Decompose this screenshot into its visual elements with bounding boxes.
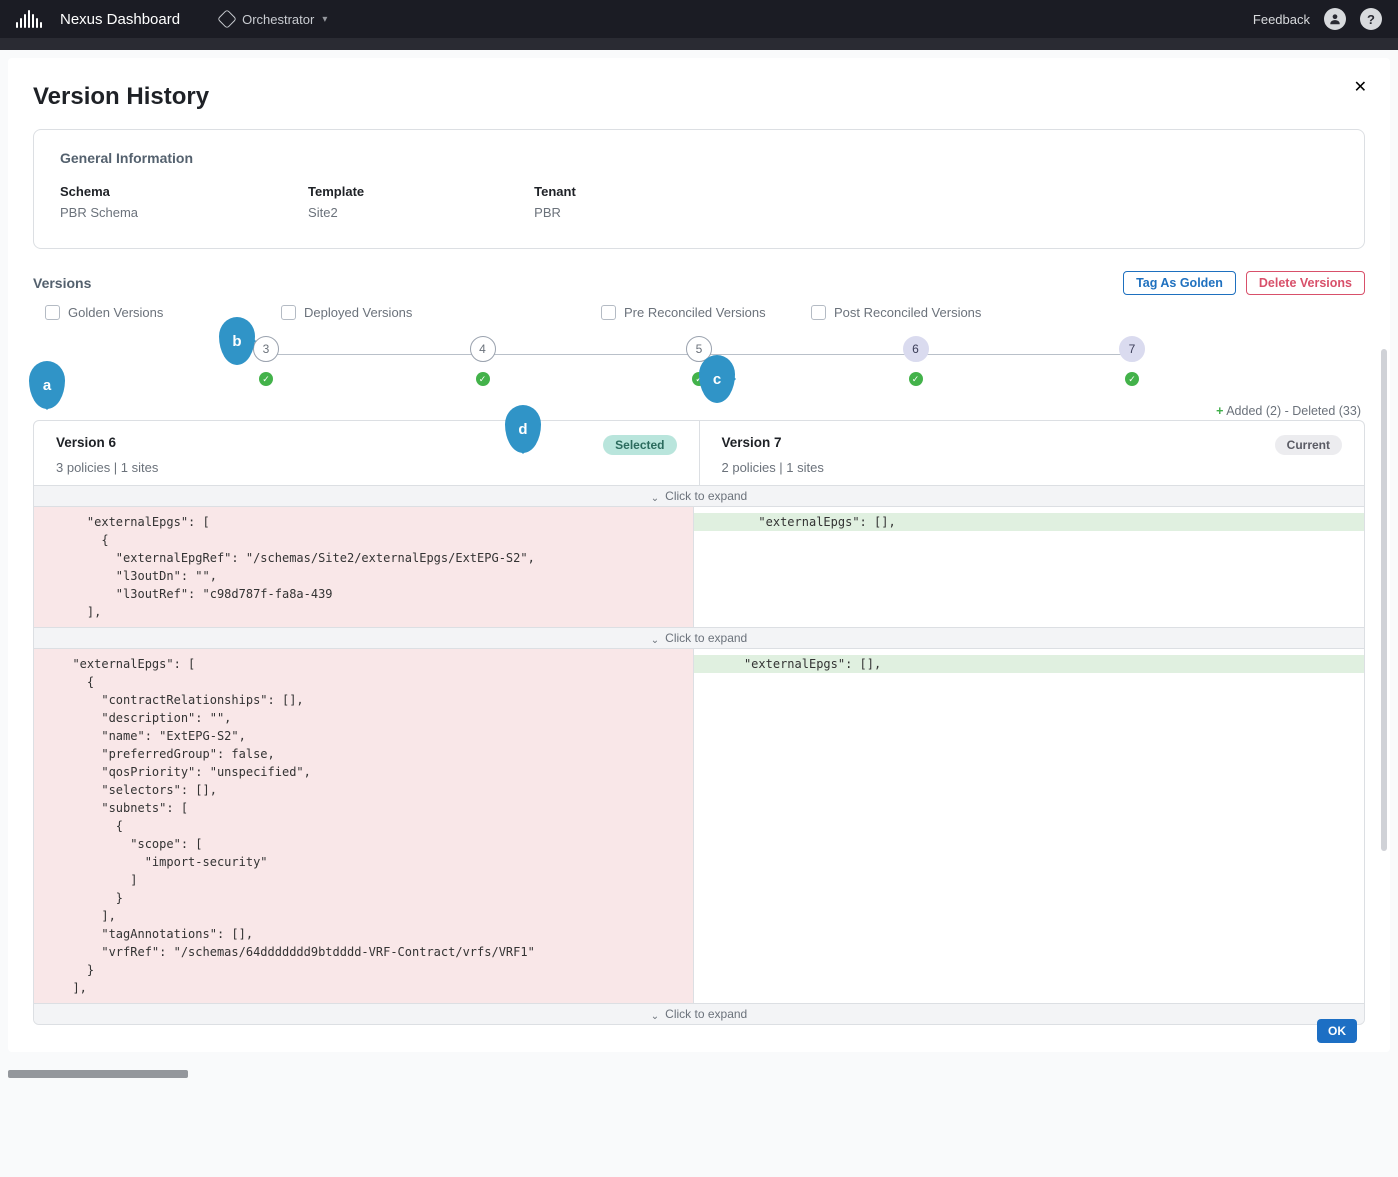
diff-right-2: "externalEpgs": [], bbox=[693, 649, 1365, 1003]
delete-versions-button[interactable]: Delete Versions bbox=[1246, 271, 1365, 295]
diff-block-1: "externalEpgs": [ { "externalEpgRef": "/… bbox=[34, 507, 1364, 627]
check-icon: ✓ bbox=[692, 372, 706, 386]
filter-pre-label: Pre Reconciled Versions bbox=[624, 305, 766, 320]
chevron-down-icon: ⌄ bbox=[651, 635, 659, 646]
node-circle: 4 bbox=[470, 336, 496, 362]
scrollbar-vertical[interactable] bbox=[1381, 349, 1387, 851]
checkbox-icon bbox=[45, 305, 60, 320]
diff-right-1-add: "externalEpgs": [], bbox=[694, 513, 1365, 531]
compare-header: Selected Version 6 3 policies | 1 sites … bbox=[34, 421, 1364, 485]
selected-badge: Selected bbox=[603, 435, 676, 455]
compare-right-header: Current Version 7 2 policies | 1 sites bbox=[699, 421, 1365, 485]
check-icon: ✓ bbox=[909, 372, 923, 386]
gi-schema: Schema PBR Schema bbox=[60, 184, 138, 220]
diff-legend: + Added (2) - Deleted (33) bbox=[33, 404, 1361, 418]
feedback-link[interactable]: Feedback bbox=[1253, 12, 1310, 27]
tag-golden-button[interactable]: Tag As Golden bbox=[1123, 271, 1236, 295]
diff-left-1: "externalEpgs": [ { "externalEpgRef": "/… bbox=[34, 507, 693, 627]
node-circle: 6 bbox=[903, 336, 929, 362]
diff-block-2: "externalEpgs": [ { "contractRelationshi… bbox=[34, 649, 1364, 1003]
expand-bar-3[interactable]: ⌄ Click to expand bbox=[34, 1003, 1364, 1024]
filter-golden-label: Golden Versions bbox=[68, 305, 163, 320]
gi-template: Template Site2 bbox=[308, 184, 364, 220]
brand-block: Nexus Dashboard bbox=[16, 10, 180, 28]
timeline-node-3[interactable]: 3 ✓ bbox=[253, 336, 279, 386]
user-avatar-icon[interactable] bbox=[1324, 8, 1346, 30]
version-timeline: 3 ✓ 4 ✓ 5 ✓ 6 ✓ 7 ✓ bbox=[43, 336, 1355, 396]
versions-title: Versions bbox=[33, 275, 91, 291]
gi-tenant: Tenant PBR bbox=[534, 184, 576, 220]
template-value: Site2 bbox=[308, 205, 364, 220]
legend-text: Added (2) - Deleted (33) bbox=[1223, 404, 1361, 418]
close-icon[interactable]: ✕ bbox=[1354, 77, 1367, 97]
help-icon[interactable]: ? bbox=[1360, 8, 1382, 30]
filter-post-reconciled[interactable]: Post Reconciled Versions bbox=[811, 305, 981, 320]
diff-left-2: "externalEpgs": [ { "contractRelationshi… bbox=[34, 649, 693, 1003]
scrollbar-hint bbox=[8, 1070, 188, 1078]
left-version-title: Version 6 bbox=[56, 435, 677, 450]
expand-label: Click to expand bbox=[665, 631, 747, 645]
filter-deployed[interactable]: Deployed Versions bbox=[281, 305, 601, 320]
top-header: Nexus Dashboard Orchestrator ▾ Feedback … bbox=[0, 0, 1398, 38]
schema-value: PBR Schema bbox=[60, 205, 138, 220]
tenant-label: Tenant bbox=[534, 184, 576, 199]
orchestrator-icon bbox=[217, 9, 237, 29]
expand-label: Click to expand bbox=[665, 489, 747, 503]
check-icon: ✓ bbox=[1125, 372, 1139, 386]
node-circle: 7 bbox=[1119, 336, 1145, 362]
left-version-sub: 3 policies | 1 sites bbox=[56, 460, 677, 475]
chevron-down-icon: ⌄ bbox=[651, 1011, 659, 1022]
product-switcher[interactable]: Orchestrator ▾ bbox=[220, 12, 327, 27]
node-circle: 5 bbox=[686, 336, 712, 362]
checkbox-icon bbox=[601, 305, 616, 320]
timeline-node-4[interactable]: 4 ✓ bbox=[470, 336, 496, 386]
timeline-nodes: 3 ✓ 4 ✓ 5 ✓ 6 ✓ 7 ✓ bbox=[43, 336, 1355, 386]
tenant-value: PBR bbox=[534, 205, 576, 220]
cisco-logo-icon bbox=[16, 10, 42, 28]
general-info-heading: General Information bbox=[60, 150, 1338, 166]
filter-golden[interactable]: Golden Versions bbox=[45, 305, 281, 320]
checkbox-icon bbox=[811, 305, 826, 320]
version-history-modal: ✕ Version History General Information Sc… bbox=[8, 58, 1390, 1052]
expand-bar-1[interactable]: ⌄ Click to expand bbox=[34, 485, 1364, 507]
versions-actions: Tag As Golden Delete Versions bbox=[1123, 271, 1365, 295]
template-label: Template bbox=[308, 184, 364, 199]
checkbox-icon bbox=[281, 305, 296, 320]
modal-footer: OK bbox=[33, 1025, 1365, 1051]
right-version-title: Version 7 bbox=[722, 435, 1343, 450]
schema-label: Schema bbox=[60, 184, 138, 199]
chevron-down-icon: ⌄ bbox=[651, 493, 659, 504]
ok-button[interactable]: OK bbox=[1317, 1019, 1357, 1043]
diff-right-2-add: "externalEpgs": [], bbox=[694, 655, 1365, 673]
filter-deployed-label: Deployed Versions bbox=[304, 305, 412, 320]
check-icon: ✓ bbox=[476, 372, 490, 386]
expand-bar-2[interactable]: ⌄ Click to expand bbox=[34, 627, 1364, 649]
top-right: Feedback ? bbox=[1253, 8, 1382, 30]
versions-header: Versions Tag As Golden Delete Versions bbox=[33, 271, 1365, 295]
compare-left-header: Selected Version 6 3 policies | 1 sites bbox=[34, 421, 699, 485]
chevron-down-icon: ▾ bbox=[322, 14, 327, 25]
filter-pre-reconciled[interactable]: Pre Reconciled Versions bbox=[601, 305, 811, 320]
general-info-grid: Schema PBR Schema Template Site2 Tenant … bbox=[60, 184, 1338, 220]
version-filters: Golden Versions Deployed Versions Pre Re… bbox=[45, 305, 1365, 320]
modal-title: Version History bbox=[33, 83, 1365, 111]
brand-name: Nexus Dashboard bbox=[60, 11, 180, 28]
orchestrator-label: Orchestrator bbox=[242, 12, 314, 27]
diff-right-1: "externalEpgs": [], bbox=[693, 507, 1365, 627]
timeline-node-6[interactable]: 6 ✓ bbox=[903, 336, 929, 386]
timeline-node-5[interactable]: 5 ✓ bbox=[686, 336, 712, 386]
expand-label: Click to expand bbox=[665, 1007, 747, 1021]
check-icon: ✓ bbox=[259, 372, 273, 386]
general-info-card: General Information Schema PBR Schema Te… bbox=[33, 129, 1365, 249]
node-circle: 3 bbox=[253, 336, 279, 362]
compare-panel: Selected Version 6 3 policies | 1 sites … bbox=[33, 420, 1365, 1025]
timeline-node-7[interactable]: 7 ✓ bbox=[1119, 336, 1145, 386]
current-badge: Current bbox=[1275, 435, 1342, 455]
filter-post-label: Post Reconciled Versions bbox=[834, 305, 981, 320]
right-version-sub: 2 policies | 1 sites bbox=[722, 460, 1343, 475]
sub-band bbox=[0, 38, 1398, 50]
